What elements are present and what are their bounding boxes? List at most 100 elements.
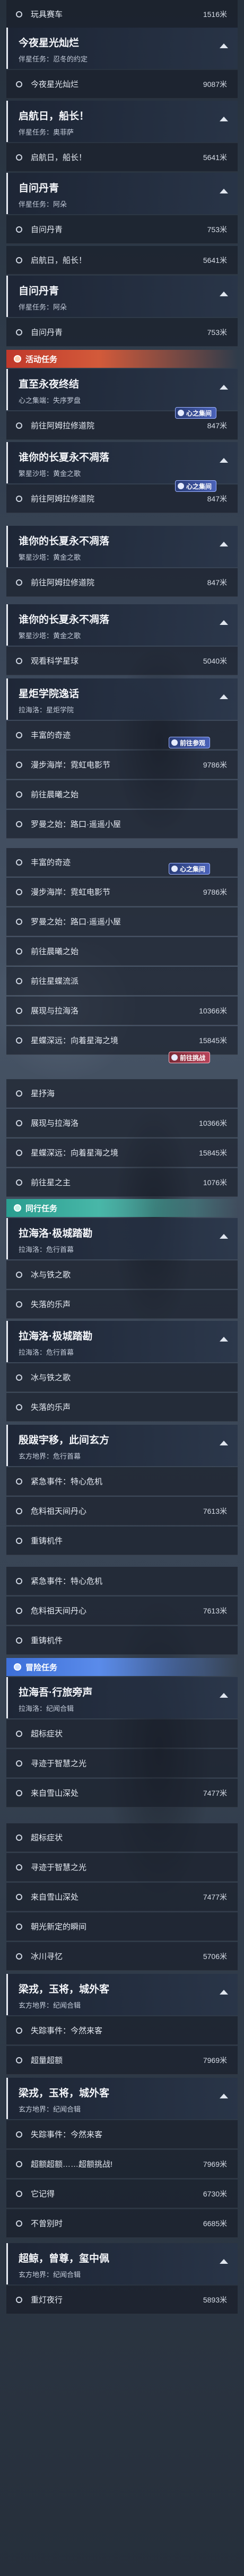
collapse-arrow-icon[interactable]: [220, 458, 228, 463]
quest-card[interactable]: 拉海洛·极城踏勘 拉海洛：危行首幕: [6, 1218, 238, 1259]
step-circle-icon: [16, 948, 22, 955]
quest-step-row[interactable]: 寻迹于智慧之光: [6, 1749, 238, 1778]
quest-card[interactable]: 谁你的长夏永不凋落 繁星沙塔：黄金之歌: [6, 442, 238, 483]
quest-step-row[interactable]: 玩具赛车 1516米: [6, 0, 238, 29]
badge-heart[interactable]: 心之集间: [175, 407, 217, 419]
quest-step-row[interactable]: 前往星之主 1076米: [6, 1168, 238, 1197]
quest-title: 梁戎，玉将，城外客: [19, 1984, 110, 1995]
collapse-arrow-icon[interactable]: [220, 1234, 228, 1239]
quest-step-row[interactable]: 失落的乐声: [6, 1290, 238, 1319]
quest-step-row[interactable]: 漫步海岸：霓虹电影节 9786米: [6, 878, 238, 906]
quest-step-row[interactable]: 冰与铁之歌: [6, 1260, 238, 1289]
quest-step-row[interactable]: 紧急事件：特心危机: [6, 1467, 238, 1496]
quest-step-row[interactable]: 超标症状: [6, 1823, 238, 1852]
quest-card[interactable]: 超鲸，曾尊，玺中佩 玄方地界：纪闻合辑: [6, 2243, 238, 2284]
quest-card[interactable]: 谁你的长夏永不凋落 繁星沙塔：黄金之歌: [6, 526, 238, 567]
badge-tour[interactable]: 前往参观: [169, 737, 211, 748]
badge-challenge[interactable]: 前往挑战: [169, 1052, 211, 1063]
collapse-arrow-icon[interactable]: [220, 2259, 228, 2264]
quest-card[interactable]: 今夜星光灿烂 伴星任务：忍冬的约定: [6, 28, 238, 69]
quest-card[interactable]: 梁戎，玉将，城外客 玄方地界：纪闻合辑: [6, 1974, 238, 2015]
badge-heart[interactable]: 心之集间: [169, 863, 211, 875]
step-label: 重铸机件: [31, 1636, 63, 1645]
collapse-arrow-icon[interactable]: [220, 117, 228, 121]
quest-step-row[interactable]: 朝光新定的瞬间: [6, 1912, 238, 1941]
collapse-arrow-icon[interactable]: [220, 189, 228, 193]
collapse-arrow-icon[interactable]: [220, 43, 228, 48]
quest-step-row[interactable]: 冰川寻忆 5706米: [6, 1942, 238, 1971]
quest-step-row[interactable]: 观看科学星球 5040米: [6, 647, 238, 675]
collapse-arrow-icon[interactable]: [220, 620, 228, 625]
quest-step-row[interactable]: 超标症状: [6, 1719, 238, 1748]
quest-card[interactable]: 自问丹青 伴星任务：阿朵: [6, 276, 238, 317]
step-circle-icon: [16, 1537, 22, 1544]
quest-step-row[interactable]: 失踪事件：今然来客: [6, 2120, 238, 2149]
step-circle-icon: [16, 2160, 22, 2167]
quest-step-row[interactable]: 来自雪山深处 7477米: [6, 1779, 238, 1807]
quest-step-row[interactable]: 失落的乐声: [6, 1393, 238, 1422]
collapse-arrow-icon[interactable]: [220, 1441, 228, 1445]
quest-card[interactable]: 直至永夜终结 心之集端：失序罗盘: [6, 369, 238, 410]
quest-step-row[interactable]: 寻迹于智慧之光: [6, 1853, 238, 1882]
badge-label: 前往参观: [180, 739, 206, 747]
quest-step-row[interactable]: 危料祖天间丹心 7613米: [6, 1497, 238, 1525]
collapse-arrow-icon[interactable]: [220, 2094, 228, 2098]
quest-card[interactable]: 星炬学院逸话 拉海洛：星炬学院: [6, 678, 238, 720]
collapse-arrow-icon[interactable]: [220, 1693, 228, 1698]
quest-step-row[interactable]: 展现与拉海洛 10366米: [6, 1109, 238, 1137]
quest-card[interactable]: 梁戎，玉将，城外客 玄方地界：纪闻合辑: [6, 2078, 238, 2119]
quest-step-row[interactable]: 重铸机件: [6, 1527, 238, 1555]
quest-step-row[interactable]: 危料祖天间丹心 7613米: [6, 1596, 238, 1625]
quest-step-row[interactable]: 来自雪山深处 7477米: [6, 1883, 238, 1911]
collapse-arrow-icon[interactable]: [220, 694, 228, 699]
quest-subtitle: 拉海洛：危行首幕: [19, 1246, 74, 1254]
quest-step-row[interactable]: 失踪事件：今然来客: [6, 2016, 238, 2045]
collapse-arrow-icon[interactable]: [220, 542, 228, 546]
quest-step-row[interactable]: 前往星蝶流派: [6, 967, 238, 995]
quest-step-row[interactable]: 重灯夜行 5893米: [6, 2286, 238, 2314]
quest-step-row[interactable]: 启航日，船长！ 5641米: [6, 246, 238, 275]
quest-card[interactable]: 殷跋宇移，此间玄方 玄方地界：危行首幕: [6, 1425, 238, 1466]
step-circle-icon: [16, 1478, 22, 1485]
step-label: 失落的乐声: [31, 1300, 71, 1309]
heart-badge-icon: [178, 483, 184, 489]
quest-step-row[interactable]: 前往晨曦之始: [6, 937, 238, 966]
quest-step-row[interactable]: 不曾别时 6685米: [6, 2209, 238, 2238]
quest-card[interactable]: 启航日，船长！ 伴星任务：奥菲萨: [6, 101, 238, 142]
tour-badge-icon: [171, 739, 178, 746]
quest-step-row[interactable]: 罗曼之始：路口·遥遥小屋: [6, 810, 238, 839]
step-label: 罗曼之始：路口·遥遥小屋: [31, 820, 121, 829]
step-label: 危料祖天间丹心: [31, 1607, 87, 1616]
quest-step-row[interactable]: 星抒海: [6, 1079, 238, 1108]
quest-step-row[interactable]: 超量超额 7969米: [6, 2046, 238, 2075]
quest-step-row[interactable]: 星蝶深远：向着星海之境 15845米: [6, 1139, 238, 1167]
quest-step-row[interactable]: 前往阿姆拉修道院 847米: [6, 568, 238, 597]
quest-title: 直至永夜终结: [19, 379, 80, 390]
quest-step-row[interactable]: 前往晨曦之始: [6, 780, 238, 809]
quest-step-row[interactable]: 今夜星光灿烂 9087米: [6, 70, 238, 99]
quest-step-row[interactable]: 漫步海岸：霓虹电影节 9786米: [6, 751, 238, 779]
badge-heart[interactable]: 心之集间: [175, 480, 217, 492]
quest-step-row[interactable]: 它记得 6730米: [6, 2180, 238, 2208]
collapse-arrow-icon[interactable]: [220, 1337, 228, 1342]
step-label: 朝光新定的瞬间: [31, 1922, 87, 1931]
quest-step-row[interactable]: 重铸机件: [6, 1626, 238, 1655]
quest-step-row[interactable]: 启航日，船长！ 5641米: [6, 143, 238, 172]
quest-step-row[interactable]: 展现与拉海洛 10366米: [6, 996, 238, 1025]
quest-step-row[interactable]: 冰与铁之歌: [6, 1363, 238, 1392]
quest-card[interactable]: 拉海洛·极城踏勘 拉海洛：危行首幕: [6, 1321, 238, 1362]
quest-step-row[interactable]: 星蝶深远：向着星海之境 15845米: [6, 1026, 238, 1055]
quest-step-row[interactable]: 超额超额……超额挑战! 7969米: [6, 2150, 238, 2178]
collapse-arrow-icon[interactable]: [220, 1990, 228, 1995]
quest-card[interactable]: 自问丹青 伴星任务：阿朵: [6, 173, 238, 214]
collapse-arrow-icon[interactable]: [220, 292, 228, 296]
quest-step-row[interactable]: 自问丹青 753米: [6, 215, 238, 244]
collapse-arrow-icon[interactable]: [220, 385, 228, 390]
quest-step-row[interactable]: 自问丹青 753米: [6, 318, 238, 347]
quest-list[interactable]: 玩具赛车 1516米 今夜星光灿烂 伴星任务：忍冬的约定 今夜星光灿烂 9087米 启航日，…: [0, 0, 244, 2576]
quest-card[interactable]: 拉海吾·行旅旁声 拉海洛：纪闻合辑: [6, 1677, 238, 1718]
quest-step-row[interactable]: 罗曼之始：路口·遥遥小屋: [6, 907, 238, 936]
quest-step-row[interactable]: 紧急事件：特心危机: [6, 1567, 238, 1595]
quest-card[interactable]: 谁你的长夏永不凋落 繁星沙塔：黄金之歌: [6, 604, 238, 646]
step-distance: 847米: [207, 578, 227, 587]
